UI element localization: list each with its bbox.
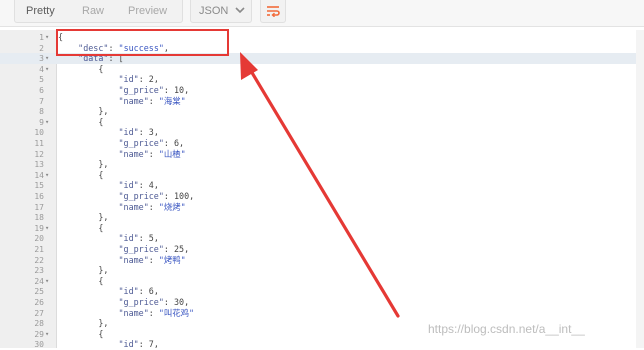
- watermark-text: https://blog.csdn.net/a__int__: [428, 322, 585, 336]
- annotation-arrow: [240, 52, 400, 318]
